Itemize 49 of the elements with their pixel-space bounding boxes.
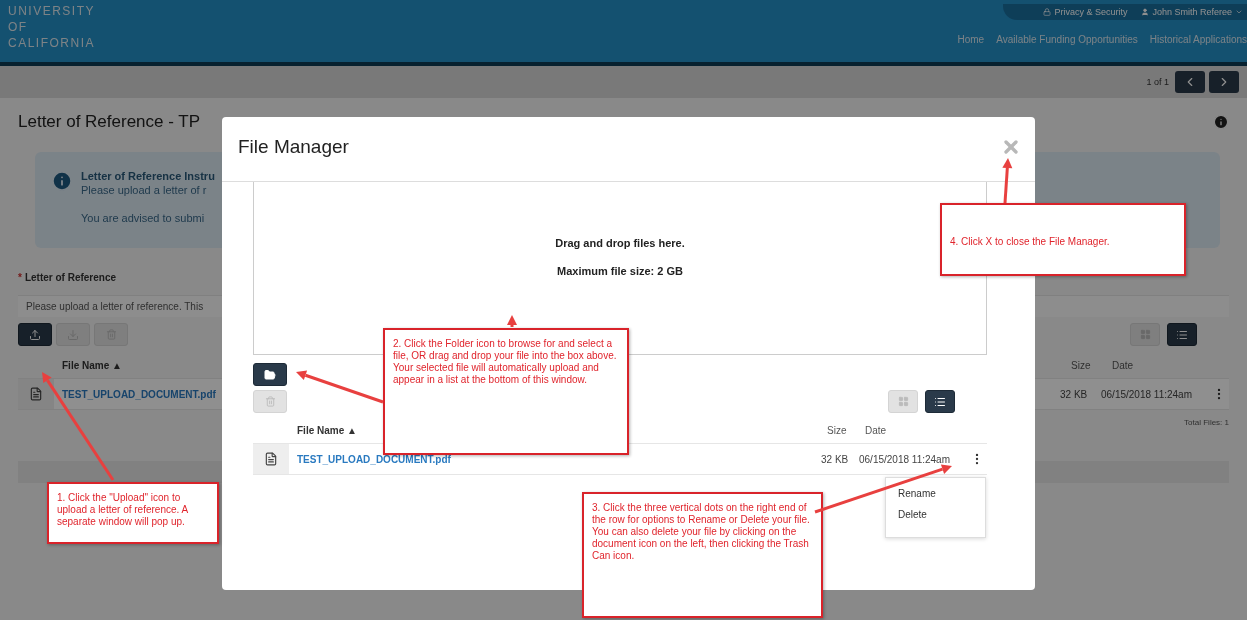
list-view-button[interactable] [925, 390, 955, 413]
next-button[interactable] [1209, 71, 1239, 93]
column-header[interactable]: Size [827, 424, 865, 436]
callout-text: 3. Click the three vertical dots on the right end of the row for options to Rename or Delete your file. You can also delete your file by clicking on the document icon on the left, then clicking the Trash Can icon. [592, 502, 811, 562]
document-icon[interactable] [264, 452, 278, 466]
list-icon [934, 395, 946, 408]
info-icon[interactable] [1213, 114, 1229, 130]
folder-button[interactable] [253, 363, 287, 386]
file-size: 32 KB [1060, 388, 1089, 400]
lock-icon [1043, 8, 1052, 16]
trash-icon [264, 396, 276, 407]
upload-button[interactable] [18, 323, 52, 346]
page-count: 1 of 1 [1146, 77, 1169, 87]
file-size: 32 KB [821, 453, 850, 465]
caret-icon [1235, 8, 1243, 16]
menu-item[interactable]: Delete [898, 509, 985, 520]
document-icon[interactable] [29, 387, 43, 401]
arrow [507, 315, 517, 327]
column-header[interactable]: Date [1112, 359, 1229, 371]
logo-text: UNIVERSITY [8, 4, 95, 19]
drop-zone-text: Maximum file size: 2 GB [557, 265, 683, 277]
page-title: Letter of Reference - TP [18, 112, 201, 132]
previous-button[interactable] [1175, 71, 1205, 93]
menu-item[interactable]: Rename [898, 488, 985, 499]
grid-icon [897, 396, 909, 407]
file-date: 06/15/2018 11:24am [859, 453, 951, 465]
upload-icon [29, 328, 41, 341]
info-text: Please upload a letter of r [81, 184, 208, 196]
logo-text: OF [8, 20, 29, 35]
logo-text: CALIFORNIA [8, 36, 95, 51]
column-header[interactable]: Date [865, 424, 987, 436]
arrow [1002, 158, 1013, 204]
info-icon [51, 170, 73, 192]
file-date: 06/15/2018 11:24am [1101, 388, 1193, 400]
total-files: Total Files: 1 [1184, 418, 1229, 427]
info-text: You are advised to submi [81, 212, 206, 224]
folder-icon [264, 368, 276, 381]
callout-text: 1. Click the "Upload" icon to upload a letter of reference. A separate window will pop up. [57, 492, 189, 528]
file-link[interactable]: TEST_UPLOAD_DOCUMENT.pdf [289, 453, 821, 465]
list-icon [1176, 328, 1188, 341]
required-marker: * [18, 272, 22, 283]
user-icon [1141, 8, 1150, 16]
field-label: Letter of Reference [24, 272, 117, 283]
utility-link[interactable]: John Smith Referee [1141, 7, 1243, 17]
utility-link[interactable]: Privacy & Security [1043, 7, 1128, 17]
info-title: Letter of Reference Instru [81, 170, 215, 182]
drop-zone-text: Drag and drop files here. [555, 237, 685, 249]
column-header[interactable]: Size [1071, 359, 1112, 371]
dialog-title: File Manager [238, 136, 349, 158]
